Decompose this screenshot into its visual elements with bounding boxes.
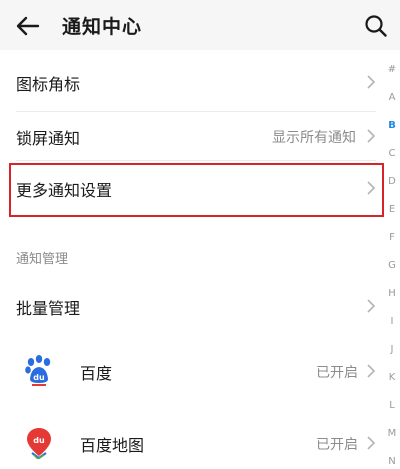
index-letter-k[interactable]: K xyxy=(384,372,400,383)
app-row-baidu-map[interactable]: du 百度地图 已开启 xyxy=(0,417,385,469)
index-letter-a[interactable]: A xyxy=(384,92,400,103)
index-letter-n[interactable]: N xyxy=(384,456,400,467)
page-title: 通知中心 xyxy=(62,16,143,38)
batch-manage-row[interactable]: 批量管理 xyxy=(0,282,385,330)
app-status: 已开启 xyxy=(316,365,358,381)
divider xyxy=(16,160,376,161)
top-bar: 通知中心 xyxy=(0,0,400,50)
badge-setting-label: 图标角标 xyxy=(16,75,81,94)
index-letter-d[interactable]: D xyxy=(384,176,400,187)
highlight-box xyxy=(9,163,384,217)
arrow-left-icon xyxy=(16,16,40,36)
index-letter-m[interactable]: M xyxy=(384,428,400,439)
index-letter-l[interactable]: L xyxy=(384,400,400,411)
index-letter-j[interactable]: J xyxy=(384,344,400,355)
svg-text:du: du xyxy=(33,436,45,445)
index-letter-g[interactable]: G xyxy=(384,260,400,271)
index-letter-f[interactable]: F xyxy=(384,232,400,243)
chevron-right-icon xyxy=(367,299,376,313)
index-letter-e[interactable]: E xyxy=(384,204,400,215)
lock-screen-label: 锁屏通知 xyxy=(16,129,81,148)
app-status: 已开启 xyxy=(316,437,358,453)
settings-list: 图标角标 锁屏通知 显示所有通知 更多通知设置 通知管理 批量管理 du 百度 … xyxy=(0,50,400,461)
chevron-right-icon xyxy=(367,75,376,89)
search-button[interactable] xyxy=(360,10,392,42)
search-icon xyxy=(365,15,387,37)
index-letter-h[interactable]: H xyxy=(384,288,400,299)
section-header: 通知管理 xyxy=(16,252,69,267)
badge-setting-row[interactable]: 图标角标 xyxy=(0,58,385,106)
chevron-right-icon xyxy=(367,364,376,378)
lock-screen-value: 显示所有通知 xyxy=(272,130,356,146)
baidu-paw-icon: du xyxy=(22,353,56,387)
app-name: 百度 xyxy=(80,364,113,383)
chevron-right-icon xyxy=(367,436,376,450)
baidu-map-icon: du xyxy=(22,425,56,459)
app-name: 百度地图 xyxy=(80,436,145,455)
index-letter-i[interactable]: I xyxy=(384,316,400,327)
index-letter-b[interactable]: B xyxy=(384,120,400,131)
batch-manage-label: 批量管理 xyxy=(16,299,81,318)
app-row-baidu[interactable]: du 百度 已开启 xyxy=(0,345,385,397)
index-letter-c[interactable]: C xyxy=(384,148,400,159)
back-button[interactable] xyxy=(12,10,44,42)
chevron-right-icon xyxy=(367,129,376,143)
index-letter-hash[interactable]: # xyxy=(384,64,400,75)
svg-text:du: du xyxy=(33,373,45,382)
lock-screen-setting-row[interactable]: 锁屏通知 显示所有通知 xyxy=(0,112,385,160)
